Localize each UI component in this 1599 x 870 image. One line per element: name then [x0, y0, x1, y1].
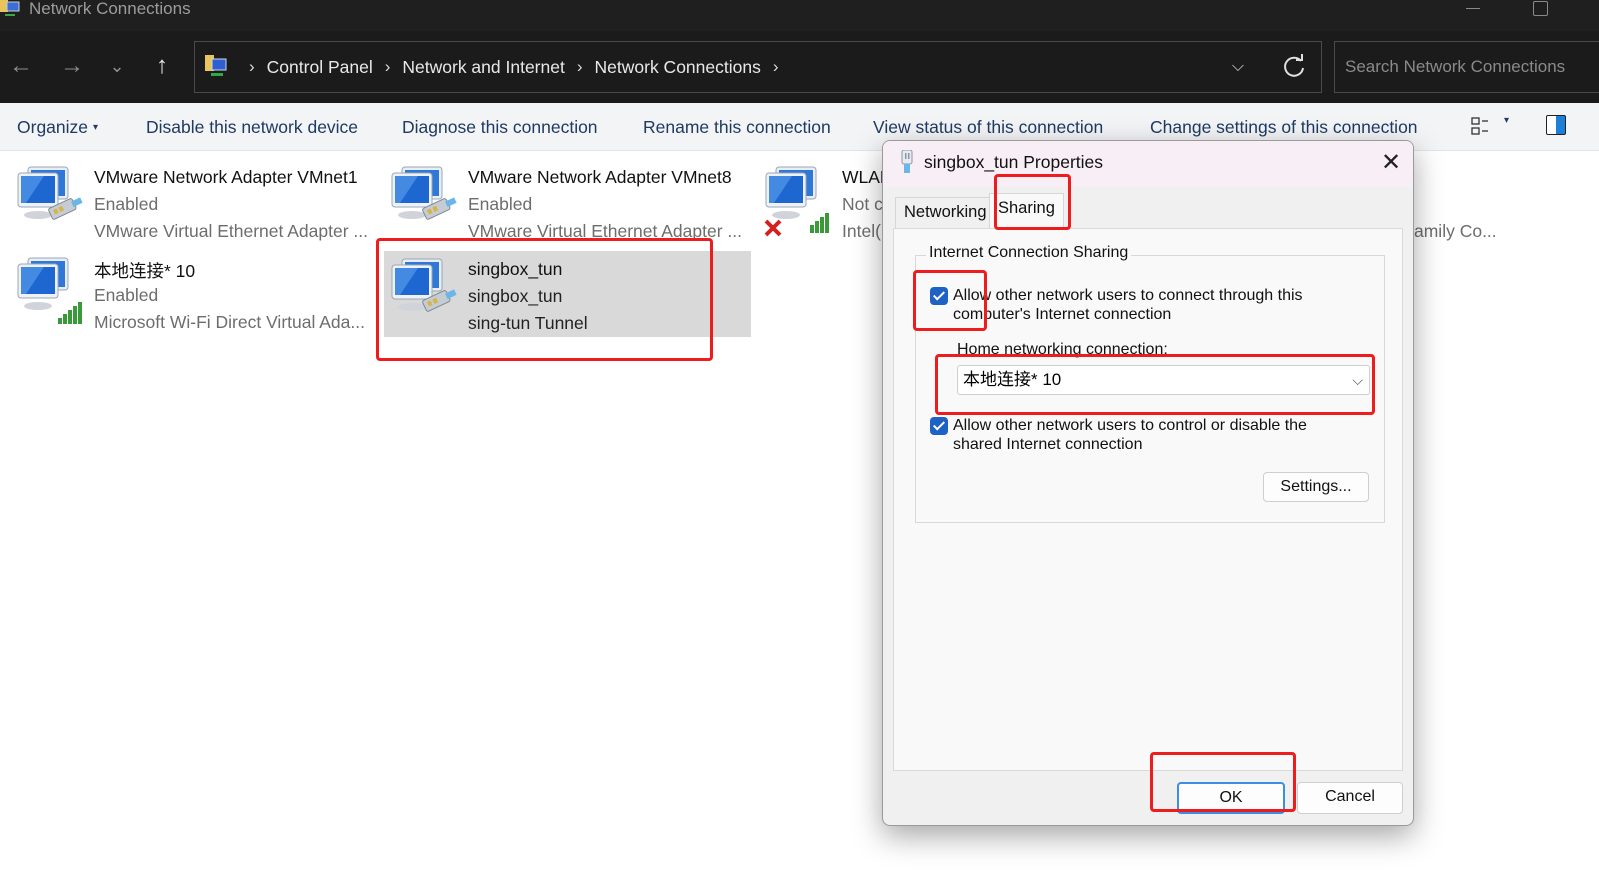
tab-sharing[interactable]: Sharing: [989, 193, 1064, 229]
connection-device: sing-tun Tunnel: [468, 313, 588, 333]
connection-device: Microsoft Wi-Fi Direct Virtual Ada...: [94, 312, 365, 332]
close-icon[interactable]: ✕: [1377, 149, 1405, 177]
ethernet-adapter-icon: [391, 258, 457, 312]
wifi-adapter-icon: [17, 257, 82, 324]
connection-device: VMware Virtual Ethernet Adapter ...: [94, 221, 368, 241]
connection-name: 本地连接* 10: [94, 261, 196, 281]
connection-status: Enabled: [94, 194, 159, 214]
back-button[interactable]: ←: [4, 49, 38, 83]
network-connections-icon: [0, 0, 20, 16]
sharing-tab-panel: Internet Connection Sharing Allow other …: [893, 228, 1403, 771]
connection-device-overflow: amily Co...: [1414, 221, 1497, 241]
wifi-adapter-disconnected-icon: [764, 166, 829, 237]
breadcrumb-separator[interactable]: ›: [249, 57, 255, 77]
network-adapter-icon: [901, 150, 913, 173]
home-networking-select[interactable]: 本地连接* 10 ⌵: [957, 365, 1370, 395]
home-networking-value: 本地连接* 10: [963, 370, 1062, 389]
preview-pane-icon[interactable]: [1546, 115, 1566, 135]
connection-item-vmnet1[interactable]: VMware Network Adapter VMnet1 Enabled VM…: [0, 159, 370, 245]
breadcrumb-separator[interactable]: ›: [773, 57, 779, 77]
connection-name: singbox_tun: [468, 259, 563, 279]
breadcrumb-separator[interactable]: ›: [577, 57, 583, 77]
window-title: Network Connections: [29, 0, 191, 18]
dialog-title: singbox_tun Properties: [924, 152, 1103, 172]
connection-name: VMware Network Adapter VMnet8: [468, 167, 732, 187]
organize-label: Organize: [17, 117, 89, 137]
search-input[interactable]: Search Network Connections: [1334, 41, 1599, 93]
connection-device: VMware Virtual Ethernet Adapter ...: [468, 221, 742, 241]
rename-connection-button[interactable]: Rename this connection: [643, 117, 831, 138]
connection-item-local-10[interactable]: 本地连接* 10 Enabled Microsoft Wi-Fi Direct …: [0, 250, 370, 336]
connection-status: singbox_tun: [468, 286, 563, 306]
control-panel-icon: [205, 55, 227, 76]
settings-button[interactable]: Settings...: [1263, 472, 1369, 502]
allow-control-label[interactable]: Allow other network users to control or …: [953, 416, 1307, 454]
organize-menu[interactable]: Organize ▾: [17, 117, 98, 138]
forward-button[interactable]: →: [55, 49, 89, 83]
view-status-button[interactable]: View status of this connection: [873, 117, 1103, 138]
connection-status: Enabled: [94, 285, 159, 305]
chevron-down-icon: ⌵: [1352, 372, 1363, 388]
navigation-bar: ← → ⌄ ↑ › Control Panel › Network and In…: [0, 31, 1599, 103]
breadcrumb-network-connections[interactable]: Network Connections: [595, 57, 761, 78]
minimize-button[interactable]: [1466, 8, 1480, 9]
view-caret-icon[interactable]: ▾: [1504, 115, 1509, 126]
breadcrumb-network-and-internet[interactable]: Network and Internet: [402, 57, 564, 78]
connection-status: Enabled: [468, 194, 533, 214]
diagnose-connection-button[interactable]: Diagnose this connection: [402, 117, 598, 138]
group-title: Internet Connection Sharing: [926, 244, 1132, 262]
connection-item-vmnet8[interactable]: VMware Network Adapter VMnet8 Enabled VM…: [374, 159, 744, 245]
properties-dialog: singbox_tun Properties ✕ Networking Shar…: [882, 140, 1414, 826]
breadcrumb-separator[interactable]: ›: [385, 57, 391, 77]
caret-down-icon: ▾: [93, 122, 99, 133]
address-bar[interactable]: › Control Panel › Network and Internet ›…: [194, 41, 1322, 93]
internet-connection-sharing-group: Internet Connection Sharing Allow other …: [915, 244, 1385, 523]
allow-connect-checkbox[interactable]: [930, 287, 948, 305]
tab-networking[interactable]: Networking: [895, 197, 996, 228]
allow-connect-label[interactable]: Allow other network users to connect thr…: [953, 286, 1303, 324]
ok-button[interactable]: OK: [1177, 782, 1285, 814]
connection-device: Intel(: [842, 221, 881, 241]
cancel-button[interactable]: Cancel: [1297, 782, 1403, 814]
address-dropdown-chevron-icon[interactable]: ⌵: [1225, 54, 1251, 80]
allow-control-checkbox[interactable]: [930, 417, 948, 435]
up-button[interactable]: ↑: [145, 49, 179, 83]
recent-locations-button[interactable]: ⌄: [100, 49, 134, 83]
ethernet-adapter-icon: [391, 166, 457, 220]
view-options-icon[interactable]: [1470, 115, 1492, 137]
change-settings-button[interactable]: Change settings of this connection: [1150, 117, 1418, 138]
connection-item-singbox-tun[interactable]: singbox_tun singbox_tun sing-tun Tunnel: [384, 251, 751, 337]
title-bar: Network Connections: [0, 0, 1599, 31]
connection-name: VMware Network Adapter VMnet1: [94, 167, 358, 187]
breadcrumb-control-panel[interactable]: Control Panel: [267, 57, 373, 78]
refresh-icon[interactable]: [1280, 52, 1308, 80]
dialog-title-bar: singbox_tun Properties ✕: [883, 141, 1413, 187]
connection-status: Not c: [842, 194, 883, 214]
disable-device-button[interactable]: Disable this network device: [146, 117, 358, 138]
maximize-button[interactable]: [1533, 1, 1548, 16]
ethernet-adapter-icon: [17, 166, 83, 220]
breadcrumb: › Control Panel › Network and Internet ›…: [237, 42, 791, 92]
home-networking-label: Home networking connection:: [957, 341, 1168, 358]
